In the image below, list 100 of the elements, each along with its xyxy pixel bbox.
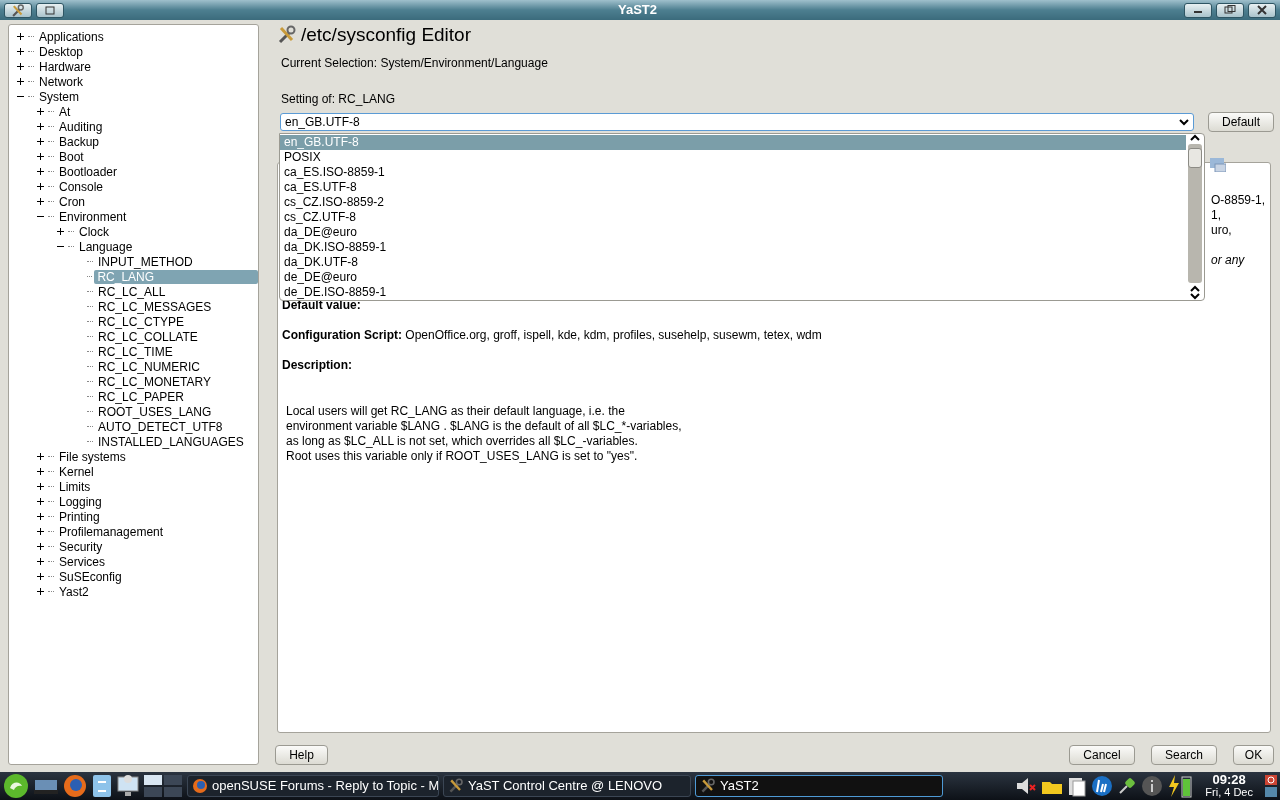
dropdown-option[interactable]: da_DK.UTF-8 [280, 255, 1186, 270]
tree-item[interactable]: Logging [56, 494, 105, 509]
tree-item[interactable]: Console [56, 179, 107, 194]
tree-item[interactable]: Backup [56, 134, 103, 149]
expand-icon[interactable] [37, 153, 44, 160]
tree-item[interactable]: Cron [56, 194, 88, 209]
tree-item[interactable]: Security [56, 539, 106, 554]
minimize-button[interactable] [1184, 2, 1212, 18]
expand-icon[interactable] [57, 228, 64, 235]
scrollbar-thumb[interactable] [1188, 148, 1202, 168]
tree-item[interactable]: RC_LC_NUMERIC [95, 359, 204, 374]
dropdown-option[interactable]: de_DE@euro [280, 270, 1186, 285]
search-button[interactable]: Search [1151, 745, 1217, 765]
tree-item[interactable]: RC_LC_PAPER [95, 389, 187, 404]
tree-item[interactable]: RC_LC_COLLATE [95, 329, 201, 344]
expand-icon[interactable] [37, 573, 44, 580]
taskbar-task[interactable]: YaST Control Centre @ LENOVO [443, 775, 691, 797]
tree-item[interactable]: ROOT_USES_LANG [95, 404, 215, 419]
collapse-icon[interactable] [17, 93, 24, 100]
tree-item[interactable]: INSTALLED_LANGUAGES [95, 434, 247, 449]
tree-item[interactable]: RC_LC_TIME [95, 344, 176, 359]
ok-button[interactable]: OK [1233, 745, 1274, 765]
tree-item[interactable]: AUTO_DETECT_UTF8 [95, 419, 226, 434]
expand-icon[interactable] [37, 498, 44, 505]
tree-item[interactable]: Profilemanagement [56, 524, 167, 539]
tree-item[interactable]: Desktop [36, 44, 87, 59]
expand-icon[interactable] [37, 468, 44, 475]
taskbar-task[interactable]: openSUSE Forums - Reply to Topic - M [187, 775, 439, 797]
globe-icon[interactable] [63, 774, 87, 798]
maximize-button[interactable] [1216, 2, 1244, 18]
expand-icon[interactable] [37, 543, 44, 550]
default-button[interactable]: Default [1208, 112, 1274, 132]
expand-icon[interactable] [37, 453, 44, 460]
cancel-button[interactable]: Cancel [1069, 745, 1135, 765]
collapse-icon[interactable] [57, 243, 64, 250]
tree-item[interactable]: Network [36, 74, 86, 89]
tree-item[interactable]: Boot [56, 149, 87, 164]
speaker-muted-icon[interactable] [1015, 776, 1038, 796]
leaf-menu-icon[interactable] [3, 773, 29, 799]
dropdown-option[interactable]: da_DE@euro [280, 225, 1186, 240]
tree-item[interactable]: Limits [56, 479, 94, 494]
power-icon[interactable] [1265, 774, 1277, 798]
expand-icon[interactable] [37, 588, 44, 595]
dropdown-option[interactable]: ca_ES.UTF-8 [280, 180, 1186, 195]
expand-icon[interactable] [17, 63, 24, 70]
expand-icon[interactable] [37, 198, 44, 205]
monitor-icon[interactable] [117, 774, 139, 798]
info-icon[interactable] [1141, 775, 1164, 797]
dropdown-option[interactable]: da_DK.ISO-8859-1 [280, 240, 1186, 255]
tree-item[interactable]: Applications [36, 29, 107, 44]
tree-item[interactable]: Language [76, 239, 136, 254]
collapse-icon[interactable] [37, 213, 44, 220]
expand-icon[interactable] [17, 78, 24, 85]
dropdown-option[interactable]: cs_CZ.ISO-8859-2 [280, 195, 1186, 210]
desktop-grid-icon[interactable] [143, 774, 183, 798]
expand-icon[interactable] [37, 558, 44, 565]
tree-item[interactable]: RC_LC_MONETARY [95, 374, 214, 389]
expand-icon[interactable] [37, 528, 44, 535]
printer-logo-icon[interactable] [1091, 775, 1114, 797]
expand-icon[interactable] [37, 513, 44, 520]
tree-item[interactable]: File systems [56, 449, 129, 464]
tree-item[interactable]: Environment [56, 209, 130, 224]
expand-icon[interactable] [37, 108, 44, 115]
clipboard-icon[interactable] [1067, 775, 1088, 797]
tree-item[interactable]: Auditing [56, 119, 106, 134]
expand-icon[interactable] [37, 183, 44, 190]
expand-icon[interactable] [37, 138, 44, 145]
dropdown-option[interactable]: POSIX [280, 150, 1186, 165]
tree-item[interactable]: At [56, 104, 74, 119]
dropdown-option[interactable]: ca_ES.ISO-8859-1 [280, 165, 1186, 180]
dropdown-option[interactable]: de_DE.ISO-8859-1 [280, 285, 1186, 300]
tree-item[interactable]: RC_LC_ALL [95, 284, 169, 299]
tree-item[interactable]: Yast2 [56, 584, 92, 599]
expand-icon[interactable] [17, 33, 24, 40]
setting-dropdown[interactable]: en_GB.UTF-8 [280, 113, 1194, 131]
tree-item[interactable]: INPUT_METHOD [95, 254, 196, 269]
expand-icon[interactable] [37, 483, 44, 490]
expand-icon[interactable] [37, 123, 44, 130]
tree-item[interactable]: SuSEconfig [56, 569, 125, 584]
expand-icon[interactable] [17, 48, 24, 55]
cabinet-icon[interactable] [91, 774, 113, 798]
plug-icon[interactable] [1117, 776, 1138, 796]
tree-item[interactable]: RC_LC_CTYPE [95, 314, 188, 329]
tree-item[interactable]: Services [56, 554, 108, 569]
tree-item[interactable]: System [36, 89, 82, 104]
tree-item[interactable]: RC_LC_MESSAGES [95, 299, 215, 314]
app-menu-button[interactable] [4, 2, 32, 18]
scrollbar[interactable] [1186, 134, 1204, 300]
battery-icon[interactable] [1167, 774, 1194, 798]
tree-item[interactable]: Bootloader [56, 164, 121, 179]
expand-icon[interactable] [37, 168, 44, 175]
dropdown-option[interactable]: cs_CZ.UTF-8 [280, 210, 1186, 225]
tree-item[interactable]: Printing [56, 509, 103, 524]
window-button[interactable] [36, 2, 64, 18]
tree-item[interactable]: Kernel [56, 464, 97, 479]
help-button[interactable]: Help [275, 745, 328, 765]
close-button[interactable] [1248, 2, 1276, 18]
tree-item[interactable]: Clock [76, 224, 112, 239]
tree-item[interactable]: Hardware [36, 59, 95, 74]
taskbar-task[interactable]: YaST2 [695, 775, 943, 797]
